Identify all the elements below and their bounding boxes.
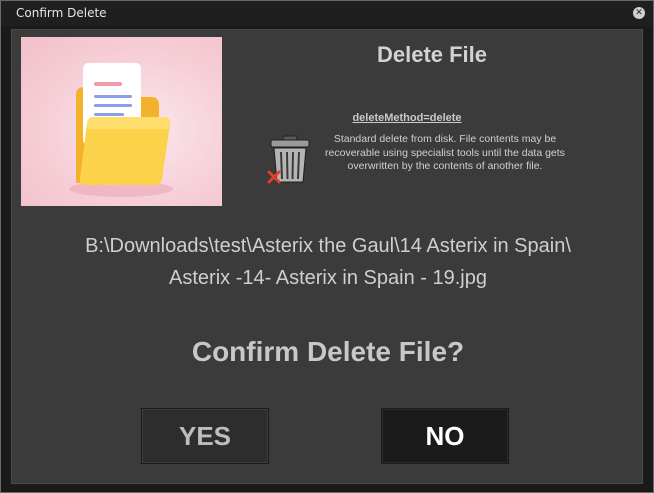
trash-can-delete-icon (267, 134, 313, 186)
file-path-line-2: Asterix -14- Asterix in Spain - 19.jpg (169, 267, 487, 289)
close-icon[interactable]: ✕ (633, 7, 645, 19)
no-button[interactable]: NO (381, 408, 509, 464)
file-path: B:\Downloads\test\Asterix the Gaul\14 As… (32, 230, 624, 294)
dialog-panel: Delete File deleteMethod=delete Standard… (11, 29, 643, 484)
yes-button[interactable]: YES (141, 408, 269, 464)
file-thumbnail (21, 37, 222, 206)
delete-method-label: deleteMethod=delete (352, 112, 462, 124)
confirm-delete-window: Confirm Delete ✕ Delete File deleteMetho… (0, 0, 654, 493)
file-path-line-1: B:\Downloads\test\Asterix the Gaul\14 As… (85, 235, 571, 257)
delete-method-description: Standard delete from disk. File contents… (325, 133, 565, 172)
folder-document-icon (69, 63, 173, 197)
title-bar[interactable]: Confirm Delete ✕ (1, 1, 653, 26)
window-title: Confirm Delete (16, 6, 107, 20)
dialog-heading: Delete File (376, 42, 488, 67)
confirm-question: Confirm Delete File? (191, 336, 465, 367)
